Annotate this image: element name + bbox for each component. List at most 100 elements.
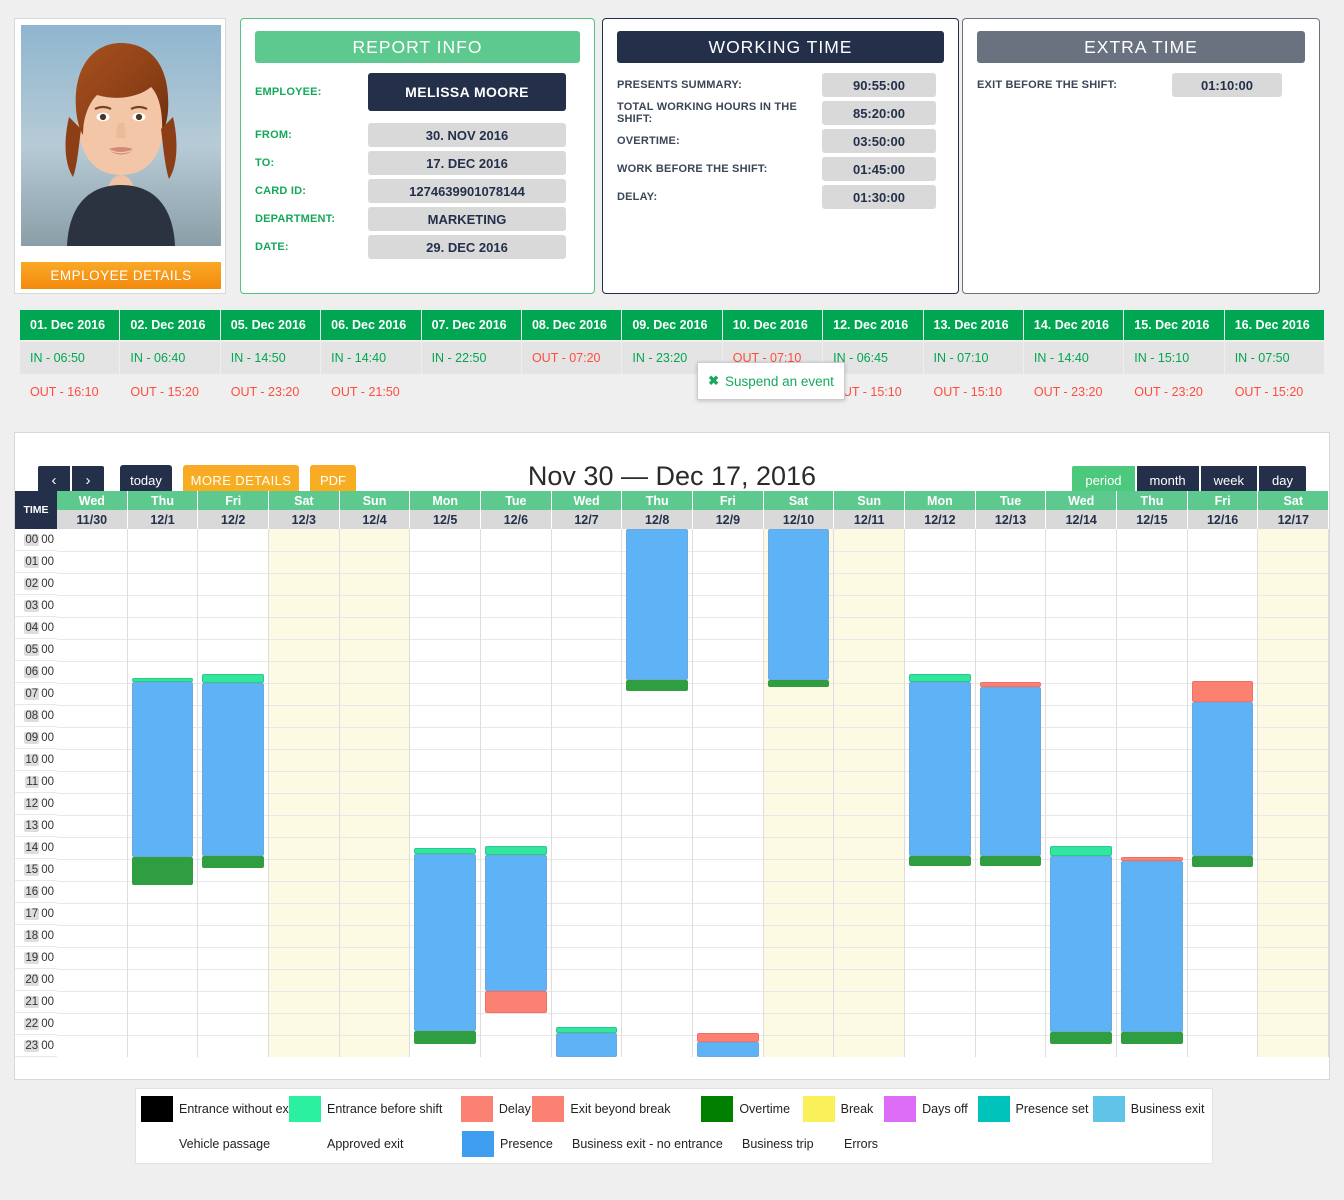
calendar-day-column[interactable]: [127, 529, 199, 1057]
calendar-event-presence[interactable]: [555, 1032, 618, 1057]
calendar-day-header[interactable]: Tue 12/13: [975, 491, 1047, 529]
calendar-event-overtime[interactable]: [202, 855, 265, 868]
calendar-event-overtime[interactable]: [909, 855, 971, 866]
overtime-value: 03:50:00: [822, 129, 936, 153]
calendar-day-header[interactable]: Sun 12/11: [834, 491, 906, 529]
calendar-event-presence[interactable]: [1121, 861, 1183, 1032]
calendar-event-overtime[interactable]: [767, 679, 830, 688]
date-strip-entry[interactable]: OUT - 23:20: [220, 376, 321, 408]
calendar-day-header[interactable]: Fri 12/9: [693, 491, 764, 529]
calendar-day-header[interactable]: Sun 12/4: [339, 491, 411, 529]
calendar-event-overtime[interactable]: [1121, 1031, 1183, 1044]
date-strip-entry[interactable]: [421, 376, 521, 408]
calendar-day-header[interactable]: Fri 12/2: [198, 491, 270, 529]
calendar-event-overtime[interactable]: [414, 1030, 477, 1044]
calendar-day-column[interactable]: [1258, 529, 1330, 1057]
calendar-event-overtime[interactable]: [979, 855, 1042, 866]
calendar-day-column[interactable]: [551, 529, 623, 1057]
calendar-day-column[interactable]: [1187, 529, 1259, 1057]
calendar-event-cap-green[interactable]: [909, 674, 971, 682]
calendar-day-column[interactable]: [693, 529, 764, 1057]
date-strip-entry[interactable]: [521, 376, 622, 408]
suspend-event-popup[interactable]: ✖ Suspend an event: [697, 362, 845, 400]
calendar-day-header[interactable]: Tue 12/6: [481, 491, 552, 529]
calendar-day-column[interactable]: [410, 529, 482, 1057]
calendar-event-cap-green[interactable]: [202, 674, 265, 683]
calendar-day-header[interactable]: Thu 12/8: [622, 491, 694, 529]
calendar-event-presence[interactable]: [697, 1041, 759, 1057]
grid-hour-line: [410, 639, 481, 640]
calendar-day-column[interactable]: [1046, 529, 1118, 1057]
calendar-event-presence[interactable]: [414, 853, 477, 1031]
date-strip-entry[interactable]: OUT - 15:20: [1224, 376, 1325, 408]
calendar-event-cap-green[interactable]: [1050, 845, 1113, 856]
calendar-event-presence[interactable]: [979, 687, 1042, 856]
calendar-day-header[interactable]: Thu 12/15: [1117, 491, 1188, 529]
calendar-event-presence[interactable]: [909, 681, 971, 856]
calendar-event-presence[interactable]: [202, 683, 265, 856]
calendar-day-column[interactable]: [905, 529, 976, 1057]
date-strip-entry[interactable]: IN - 06:50: [20, 342, 120, 374]
date-strip-entry[interactable]: OUT - 07:20: [521, 342, 622, 374]
date-strip-entry[interactable]: IN - 14:40: [1023, 342, 1124, 374]
legend-item: Vehicle passage: [141, 1131, 289, 1157]
calendar-event-delay[interactable]: [1191, 680, 1254, 702]
calendar-event-cap-green[interactable]: [414, 848, 477, 854]
grid-hour-line: [905, 551, 975, 552]
grid-hour-line: [1046, 837, 1117, 838]
day-of-week-label: Mon: [410, 491, 481, 510]
calendar-event-presence[interactable]: [626, 529, 689, 680]
calendar-day-header[interactable]: Wed 12/14: [1046, 491, 1118, 529]
calendar-event-presence[interactable]: [1191, 701, 1254, 856]
grid-hour-line: [269, 969, 339, 970]
calendar-day-column[interactable]: [57, 529, 128, 1057]
date-strip-entry[interactable]: IN - 22:50: [421, 342, 521, 374]
date-strip-entry[interactable]: IN - 14:40: [321, 342, 421, 374]
grid-hour-line: [622, 1013, 693, 1014]
calendar-event-overtime[interactable]: [131, 856, 194, 886]
calendar-event-delay[interactable]: [485, 991, 547, 1013]
calendar-day-column[interactable]: [975, 529, 1047, 1057]
date-strip-entry[interactable]: OUT - 21:50: [321, 376, 421, 408]
calendar-day-header[interactable]: Mon 12/5: [410, 491, 482, 529]
date-strip-entry[interactable]: IN - 07:10: [923, 342, 1023, 374]
calendar-day-header[interactable]: Fri 12/16: [1187, 491, 1259, 529]
calendar-day-header[interactable]: Sat 12/10: [763, 491, 835, 529]
calendar-day-column[interactable]: [763, 529, 835, 1057]
avatar: [21, 25, 221, 246]
date-strip-entry[interactable]: OUT - 23:20: [1023, 376, 1124, 408]
date-strip-entry[interactable]: IN - 15:10: [1124, 342, 1224, 374]
calendar-day-header[interactable]: Thu 12/1: [127, 491, 199, 529]
calendar-day-column[interactable]: [1117, 529, 1188, 1057]
employee-details-button[interactable]: EMPLOYEE DETAILS: [21, 262, 221, 289]
calendar-day-column[interactable]: [481, 529, 552, 1057]
calendar-event-presence[interactable]: [131, 681, 194, 857]
calendar-day-column[interactable]: [834, 529, 906, 1057]
date-strip-entry[interactable]: IN - 14:50: [220, 342, 321, 374]
calendar-event-delay[interactable]: [697, 1032, 759, 1042]
calendar-event-cap-green[interactable]: [555, 1027, 618, 1033]
calendar-event-overtime[interactable]: [1050, 1031, 1113, 1044]
calendar-event-presence[interactable]: [485, 854, 547, 991]
calendar-event-cap-green[interactable]: [485, 845, 547, 855]
calendar-day-header[interactable]: Wed 11/30: [57, 491, 128, 529]
date-strip-entry[interactable]: IN - 06:40: [120, 342, 220, 374]
calendar-event-presence[interactable]: [1050, 855, 1113, 1032]
calendar-day-header[interactable]: Wed 12/7: [551, 491, 623, 529]
date-strip-entry[interactable]: OUT - 15:20: [120, 376, 220, 408]
calendar-day-header[interactable]: Sat 12/17: [1258, 491, 1330, 529]
date-strip-entry[interactable]: OUT - 16:10: [20, 376, 120, 408]
calendar-day-column[interactable]: [198, 529, 270, 1057]
date-strip-entry[interactable]: OUT - 23:20: [1124, 376, 1224, 408]
calendar-event-overtime[interactable]: [626, 679, 689, 691]
calendar-event-presence[interactable]: [767, 529, 830, 680]
calendar-day-column[interactable]: [622, 529, 694, 1057]
date-strip-entry[interactable]: OUT - 15:10: [923, 376, 1023, 408]
calendar-day-header[interactable]: Sat 12/3: [269, 491, 340, 529]
calendar-event-overtime[interactable]: [1191, 855, 1254, 867]
calendar-day-column[interactable]: [269, 529, 340, 1057]
calendar-day-header[interactable]: Mon 12/12: [905, 491, 976, 529]
day-date-label: 12/4: [339, 510, 410, 529]
calendar-day-column[interactable]: [339, 529, 411, 1057]
date-strip-entry[interactable]: IN - 07:50: [1224, 342, 1325, 374]
